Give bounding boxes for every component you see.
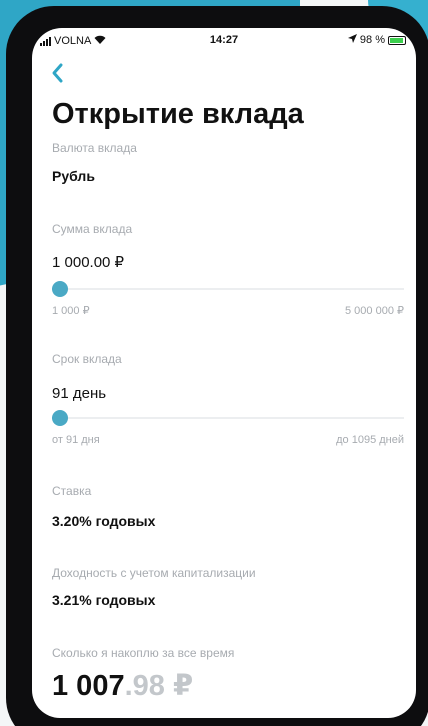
term-min-label: от 91 дня <box>52 434 100 446</box>
accumulated-total: 1 007.98 ₽ <box>52 668 193 703</box>
currency-label: Валюта вклада <box>52 141 137 155</box>
rate-label: Ставка <box>52 484 92 498</box>
amount-max-label: 5 000 000 ₽ <box>345 305 404 317</box>
app-screen: VOLNA 14:27 98 % Открытие вклада Валюта … <box>32 28 416 718</box>
yield-value: 3.21% годовых <box>52 592 156 608</box>
term-slider-thumb[interactable] <box>52 410 68 426</box>
amount-min-label: 1 000 ₽ <box>52 305 90 317</box>
battery-icon <box>388 35 406 45</box>
phone-frame: VOLNA 14:27 98 % Открытие вклада Валюта … <box>6 6 428 726</box>
accumulated-label: Сколько я накоплю за все время <box>52 646 235 660</box>
chevron-left-icon <box>52 63 63 83</box>
rate-value: 3.20% годовых <box>52 513 156 529</box>
amount-value[interactable]: 1 000.00 ₽ <box>52 253 124 271</box>
currency-value[interactable]: Рубль <box>52 168 95 184</box>
yield-label: Доходность с учетом капитализации <box>52 566 256 580</box>
location-icon <box>347 34 357 46</box>
term-label: Срок вклада <box>52 352 122 366</box>
amount-slider[interactable] <box>52 281 404 297</box>
accumulated-fraction: .98 ₽ <box>124 670 194 702</box>
term-slider-track[interactable] <box>52 417 404 419</box>
battery-percent: 98 % <box>359 34 385 46</box>
term-slider[interactable] <box>52 410 404 426</box>
amount-label: Сумма вклада <box>52 222 133 236</box>
status-bar: VOLNA 14:27 98 % <box>32 28 416 54</box>
amount-slider-thumb[interactable] <box>52 281 68 297</box>
accumulated-whole: 1 007 <box>52 670 125 702</box>
term-value[interactable]: 91 день <box>52 385 106 402</box>
term-max-label: до 1095 дней <box>336 434 404 446</box>
back-button[interactable] <box>50 62 74 86</box>
page-title: Открытие вклада <box>52 98 304 130</box>
amount-slider-track[interactable] <box>52 288 404 290</box>
status-right: 98 % <box>347 34 406 46</box>
